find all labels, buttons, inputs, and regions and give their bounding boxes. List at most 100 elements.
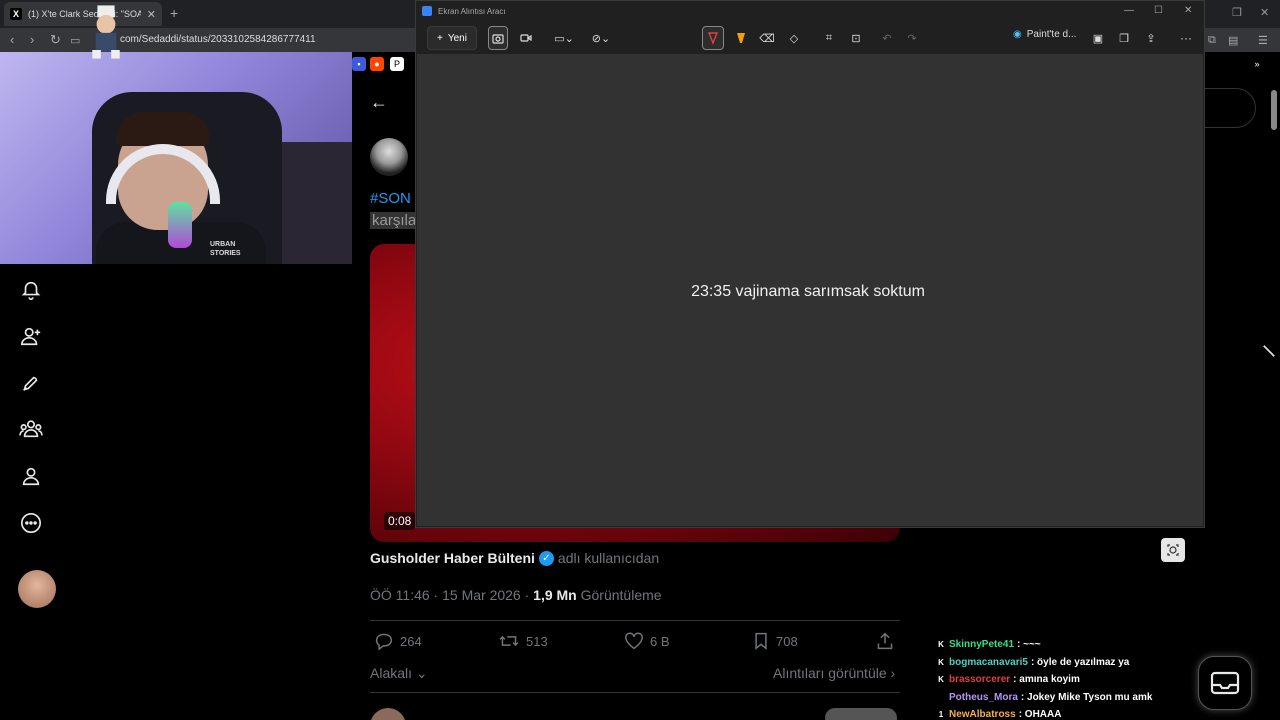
chat-badge-icon: K: [938, 640, 944, 649]
chat-username[interactable]: Potheus_Mora: [949, 689, 1018, 707]
sort-relevant-dropdown[interactable]: Alakalı ⌄: [370, 665, 428, 682]
close-tab-icon[interactable]: ✕: [147, 8, 156, 21]
webcam-overlay: URBAN STORIES: [0, 52, 352, 264]
save-icon: ▣: [1092, 32, 1104, 45]
new-tab-button[interactable]: +: [170, 5, 178, 21]
snipping-tool-icon: [422, 6, 432, 16]
back-arrow-icon[interactable]: ←: [370, 92, 388, 113]
streamer-hair: [116, 112, 210, 146]
more-icon[interactable]: [17, 509, 45, 537]
save-button[interactable]: ▣: [1090, 26, 1106, 50]
bookmark-button[interactable]: 708: [752, 632, 798, 650]
chat-message: Kbrassorcerer: amına koyim: [936, 671, 1156, 689]
p-icon[interactable]: P: [390, 57, 404, 71]
delay-dropdown[interactable]: ⊘⌄: [588, 26, 614, 50]
crop-icon: ⌗: [825, 31, 833, 44]
snip-shape-dropdown[interactable]: ▭⌄: [551, 26, 577, 50]
text-actions-icon: ⊡: [851, 32, 861, 45]
video-mode-button[interactable]: [517, 26, 535, 50]
repost-button[interactable]: 513: [498, 632, 548, 650]
pen-icon: [707, 32, 719, 45]
captured-text: 23:35 vajinama sarımsak soktum: [691, 283, 925, 300]
redo-icon: ↷: [907, 32, 917, 45]
text-actions-tool[interactable]: ⊡: [847, 26, 865, 50]
tweet-hashtag[interactable]: #SON: [370, 190, 411, 207]
close-window-icon[interactable]: ✕: [1260, 6, 1269, 19]
rectangle-icon: ▭⌄: [554, 32, 574, 45]
view-quotes-link[interactable]: Alıntıları görüntüle ›: [773, 665, 895, 681]
like-button[interactable]: 6 B: [624, 632, 670, 650]
shapes-icon: ◇: [789, 32, 799, 45]
share-button[interactable]: ⇪: [1143, 26, 1159, 50]
divider: [370, 692, 900, 693]
share-icon: ⇪: [1146, 32, 1156, 45]
copy-button[interactable]: ❐: [1116, 26, 1132, 50]
source-name[interactable]: Gusholder Haber Bülteni: [370, 550, 535, 566]
menu-icon[interactable]: ☰: [1258, 34, 1268, 47]
chat-badge-icon: K: [938, 657, 944, 667]
bookmarks-overflow-icon[interactable]: »: [1250, 57, 1264, 71]
shirt-text: URBAN STORIES: [210, 241, 241, 257]
snipping-tool-window: Ekran Alıntısı Aracı — ☐ ✕ + Yeni ▭⌄ ⊘⌄ …: [415, 0, 1205, 562]
ballpoint-pen-tool[interactable]: [702, 26, 724, 50]
tweet-meta: ÖÖ 11:46 · 15 Mar 2026 · 1,9 Mn Görüntül…: [370, 587, 662, 603]
visual-search-button[interactable]: [1161, 538, 1185, 562]
communities-icon[interactable]: [17, 415, 45, 443]
chat-text: : Jokey Mike Tyson mu amk: [1020, 691, 1153, 703]
snip-titlebar: Ekran Alıntısı Aracı: [416, 1, 1204, 21]
url-input[interactable]: com/Sedaddi/status/2033102584286777411: [120, 34, 316, 45]
chat-text: : OHAAA: [1018, 709, 1062, 720]
profile-icon[interactable]: [17, 462, 45, 490]
crop-tool[interactable]: ⌗: [820, 26, 838, 50]
snip-canvas[interactable]: 23:35 vajinama sarımsak soktum: [417, 54, 1203, 562]
new-snip-button[interactable]: + Yeni: [427, 26, 477, 50]
tweet-time[interactable]: ÖÖ 11:46 · 15 Mar 2026 ·: [370, 587, 529, 603]
rocket-icon[interactable]: [17, 369, 45, 397]
repost-count: 513: [526, 633, 548, 649]
stream-chat: K SkinnyPete41: ~~~ Kbogmacanavari5: öyle …: [936, 636, 1156, 720]
reply-action-pill[interactable]: [825, 708, 897, 720]
browser-tab[interactable]: X (1) X'te Clark Sedaddi: "SOA" ✕: [4, 2, 162, 26]
camera-icon: [492, 34, 504, 44]
reload-icon[interactable]: ↻: [50, 32, 61, 48]
highlighter-tool[interactable]: [732, 26, 750, 50]
reply-author-avatar[interactable]: [370, 708, 406, 720]
more-options-button[interactable]: ···: [1178, 26, 1194, 50]
restore-icon[interactable]: ❐: [1232, 6, 1242, 19]
back-icon[interactable]: ‹: [10, 32, 14, 47]
bookmark-icon[interactable]: ▭: [70, 34, 80, 47]
chat-username[interactable]: bogmacanavari5: [949, 654, 1028, 672]
add-user-icon[interactable]: [17, 322, 45, 350]
bell-icon[interactable]: [17, 276, 45, 304]
edit-in-paint-button[interactable]: ◉ Paint'te d...: [1013, 29, 1076, 40]
redo-button[interactable]: ↷: [904, 26, 920, 50]
chat-badge-icon: 1: [938, 710, 944, 719]
extensions-icon[interactable]: ⧉: [1208, 34, 1216, 47]
undo-button[interactable]: ↶: [879, 26, 895, 50]
bookmark-icon: [755, 632, 767, 650]
sidebar-toggle-icon[interactable]: ▤: [1228, 34, 1238, 47]
chat-username[interactable]: NewAlbatross: [949, 706, 1016, 720]
chat-username[interactable]: brassorcerer: [949, 671, 1010, 689]
extension-icon[interactable]: ▪: [352, 57, 366, 71]
tweet-author-avatar[interactable]: [370, 138, 408, 176]
chat-text: : amına koyim: [1013, 674, 1080, 685]
scrollbar[interactable]: [1271, 90, 1277, 130]
eraser-tool[interactable]: ⌫: [758, 26, 776, 50]
account-avatar[interactable]: [18, 570, 56, 608]
chat-username[interactable]: SkinnyPete41: [949, 636, 1014, 654]
shapes-tool[interactable]: ◇: [785, 26, 803, 50]
chat-text: : ~~~: [1017, 639, 1041, 650]
reply-button[interactable]: 264: [374, 632, 422, 650]
share-button[interactable]: [876, 632, 894, 650]
reddit-icon[interactable]: ●: [370, 57, 384, 71]
maximize-icon[interactable]: ☐: [1154, 5, 1163, 16]
heart-icon: [625, 632, 643, 650]
tweet-text: karşıla: [370, 212, 419, 229]
messages-button[interactable]: [1198, 656, 1252, 710]
close-icon[interactable]: ✕: [1184, 5, 1192, 16]
bookmark-count: 708: [776, 633, 798, 649]
forward-icon[interactable]: ›: [30, 32, 34, 47]
screenshot-mode-button[interactable]: [488, 26, 508, 50]
minimize-icon[interactable]: —: [1124, 5, 1134, 16]
